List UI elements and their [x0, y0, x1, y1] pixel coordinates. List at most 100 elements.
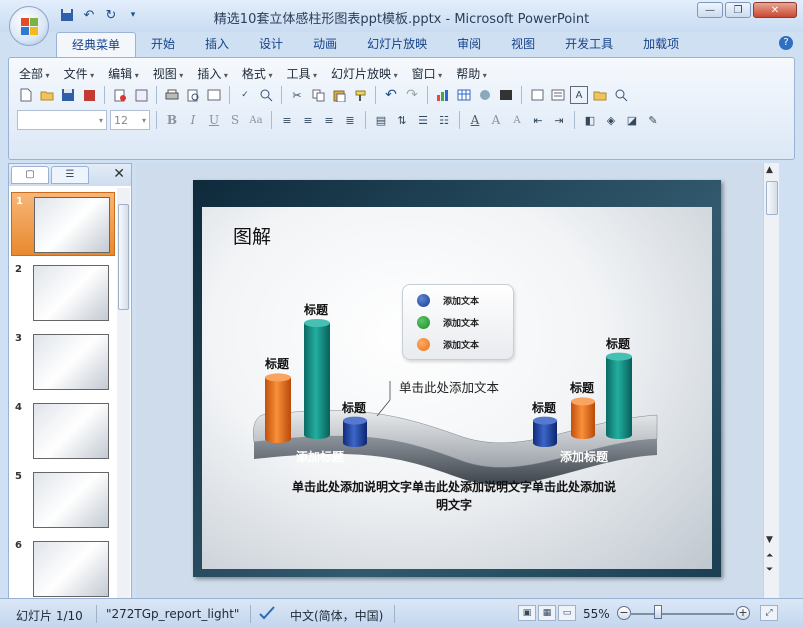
shrink-font-icon[interactable]: A: [508, 111, 526, 129]
chart-legend[interactable]: 添加文本 添加文本 添加文本: [402, 284, 514, 360]
cylinder-label[interactable]: 标题: [304, 301, 328, 318]
ribbon-tab[interactable]: 动画: [298, 32, 352, 56]
slide-layout-icon[interactable]: [549, 86, 567, 104]
fit-to-window-icon[interactable]: ⤢: [760, 605, 778, 621]
slide-thumbnail[interactable]: 2: [11, 261, 115, 325]
current-slide[interactable]: 图解 添加文本 添加文本 添加文本 单击此处添加文本 添加标题 添加标题 单击此…: [193, 180, 721, 577]
menu-item[interactable]: 帮助: [456, 65, 501, 82]
cylinder-bar[interactable]: [304, 319, 330, 439]
font-name-combo[interactable]: ▾: [17, 110, 107, 130]
menu-item[interactable]: 工具: [286, 65, 331, 82]
menu-item[interactable]: 文件: [64, 65, 109, 82]
align-right-icon[interactable]: ≡: [320, 111, 338, 129]
slide-title[interactable]: 图解: [233, 222, 271, 249]
zoom-in-icon[interactable]: +: [736, 606, 750, 620]
cylinder-label[interactable]: 标题: [570, 379, 594, 396]
annotation-text[interactable]: 单击此处添加文本: [399, 377, 499, 396]
menu-item[interactable]: 窗口: [412, 65, 457, 82]
shape-fill-icon[interactable]: ◪: [623, 111, 641, 129]
slideshow-view-icon[interactable]: ▭: [558, 605, 576, 621]
canvas-scrollbar[interactable]: ▲ ▼ ⏶ ⏷: [763, 163, 779, 599]
cut-icon[interactable]: ✂: [288, 86, 306, 104]
slide-thumbnail[interactable]: 1: [11, 192, 115, 256]
close-button[interactable]: ✕: [753, 2, 797, 18]
scrollbar-thumb[interactable]: [766, 181, 778, 215]
underline-icon[interactable]: U: [205, 111, 223, 129]
minimize-button[interactable]: —: [697, 2, 723, 18]
shape-outline-icon[interactable]: ✎: [644, 111, 662, 129]
copy-icon[interactable]: [309, 86, 327, 104]
color-grayscale-icon[interactable]: [497, 86, 515, 104]
align-left-icon[interactable]: ≡: [278, 111, 296, 129]
base-label[interactable]: 添加标题: [560, 448, 608, 465]
menu-item[interactable]: 插入: [197, 65, 242, 82]
increase-indent-icon[interactable]: ⇥: [550, 111, 568, 129]
permission-icon[interactable]: [80, 86, 98, 104]
open-folder-icon[interactable]: [591, 86, 609, 104]
restore-button[interactable]: ❐: [725, 2, 751, 18]
scroll-down-icon[interactable]: ▼: [766, 535, 773, 545]
save-icon[interactable]: [59, 86, 77, 104]
shadow-icon[interactable]: S: [226, 111, 244, 129]
redo-icon[interactable]: ↷: [403, 86, 421, 104]
office-button[interactable]: [9, 6, 49, 46]
grow-font-icon[interactable]: A: [487, 111, 505, 129]
cylinder-bar[interactable]: [343, 416, 367, 447]
zoom-level[interactable]: 55%: [583, 607, 610, 621]
zoom-slider[interactable]: [630, 613, 734, 615]
research-icon[interactable]: [257, 86, 275, 104]
new-slide-icon[interactable]: [528, 86, 546, 104]
cylinder-bar[interactable]: [606, 352, 632, 439]
slide-thumbnail[interactable]: 6: [11, 537, 115, 598]
outline-tab[interactable]: ☰: [51, 166, 89, 184]
slide-thumbnail[interactable]: 5: [11, 468, 115, 532]
previous-slide-icon[interactable]: ⏶: [766, 551, 773, 561]
undo-icon[interactable]: ↶: [382, 86, 400, 104]
paste-icon[interactable]: [330, 86, 348, 104]
next-slide-icon[interactable]: ⏷: [766, 565, 773, 575]
menu-item[interactable]: 编辑: [108, 65, 153, 82]
print-icon[interactable]: [163, 86, 181, 104]
columns-icon[interactable]: ▤: [372, 111, 390, 129]
insert-chart-icon[interactable]: [434, 86, 452, 104]
zoom-search-icon[interactable]: [612, 86, 630, 104]
slide-thumbnail[interactable]: 3: [11, 330, 115, 394]
ribbon-tab[interactable]: 幻灯片放映: [352, 32, 442, 56]
ribbon-tab[interactable]: 开发工具: [550, 32, 628, 56]
slide-sorter-icon[interactable]: ▦: [538, 605, 556, 621]
ribbon-tab[interactable]: 插入: [190, 32, 244, 56]
open-folder-icon[interactable]: [38, 86, 56, 104]
slides-tab[interactable]: ▢: [11, 166, 49, 184]
ribbon-tab[interactable]: 加载项: [628, 32, 694, 56]
cylinder-bar[interactable]: [533, 416, 557, 447]
bold-icon[interactable]: B: [163, 111, 181, 129]
text-box-icon[interactable]: A: [570, 86, 588, 104]
slides-scrollbar[interactable]: [117, 188, 130, 598]
menu-item[interactable]: 全部: [19, 65, 64, 82]
zoom-out-icon[interactable]: −: [617, 606, 631, 620]
new-document-icon[interactable]: [17, 86, 35, 104]
save-icon[interactable]: [58, 6, 76, 24]
font-color-icon[interactable]: A: [466, 111, 484, 129]
cylinder-label[interactable]: 标题: [532, 399, 556, 416]
cylinder-label[interactable]: 标题: [606, 335, 630, 352]
ribbon-tab[interactable]: 经典菜单: [56, 32, 137, 58]
text-direction-icon[interactable]: ⇅: [393, 111, 411, 129]
qat-customize-icon[interactable]: ▾: [124, 6, 142, 24]
justify-icon[interactable]: ≣: [341, 111, 359, 129]
menu-item[interactable]: 视图: [153, 65, 198, 82]
menu-item[interactable]: 幻灯片放映: [331, 65, 412, 82]
proofing-icon[interactable]: [258, 605, 276, 624]
base-label[interactable]: 添加标题: [296, 448, 344, 465]
description-text[interactable]: 单击此处添加说明文字单击此处添加说明文字单击此处添加说 明文字: [268, 478, 640, 514]
insert-table-icon[interactable]: [455, 86, 473, 104]
insert-clipart-icon[interactable]: [476, 86, 494, 104]
help-icon[interactable]: ?: [779, 36, 793, 50]
zoom-slider-thumb[interactable]: [654, 605, 662, 619]
bullets-icon[interactable]: ☷: [435, 111, 453, 129]
undo-icon[interactable]: ↶: [80, 6, 98, 24]
numbering-icon[interactable]: ☰: [414, 111, 432, 129]
cylinder-bar[interactable]: [571, 397, 595, 439]
preview-icon[interactable]: [184, 86, 202, 104]
arrange-icon[interactable]: ◈: [602, 111, 620, 129]
